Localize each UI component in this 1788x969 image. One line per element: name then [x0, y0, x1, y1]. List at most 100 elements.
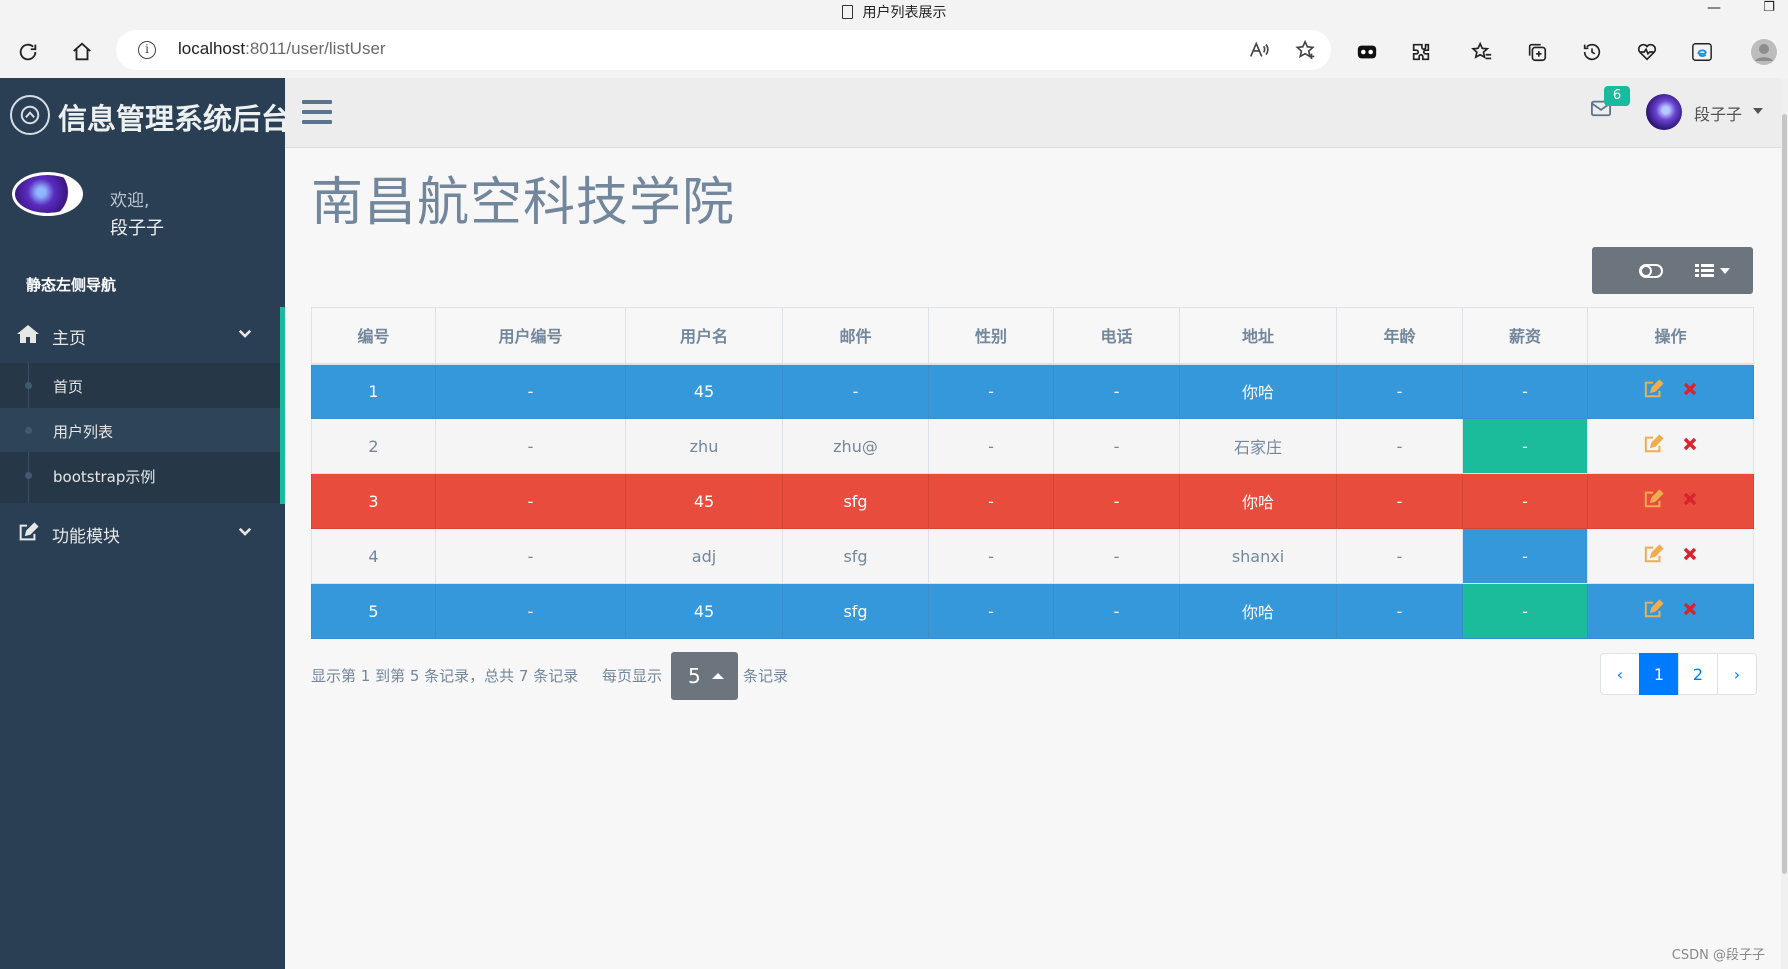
url-path: :8011/user/listUser	[245, 39, 386, 58]
next-page-button[interactable]: ›	[1717, 653, 1757, 695]
table-row[interactable]: 3 - 45 sfg - - 你哈 - -	[311, 473, 1754, 529]
chevron-down-icon	[236, 522, 256, 542]
add-favorite-icon[interactable]	[1294, 38, 1318, 62]
menu-heading: 静态左侧导航	[26, 276, 117, 294]
edit-icon[interactable]	[1643, 379, 1665, 403]
page-title: 南昌航空科技学院	[311, 173, 736, 233]
toggle-view-icon[interactable]	[1638, 259, 1664, 283]
actions-cell	[1587, 528, 1754, 584]
table-cell: -	[1336, 418, 1463, 474]
table-cell: zhu	[625, 418, 783, 474]
user-menu-name[interactable]: 段子子	[1694, 101, 1742, 125]
table-row[interactable]: 1 - 45 - - - 你哈 - -	[311, 363, 1754, 419]
reload-icon[interactable]	[12, 36, 44, 68]
menu-toggle-icon[interactable]	[302, 100, 332, 124]
delete-icon[interactable]	[1682, 491, 1698, 511]
brand[interactable]: 信息管理系统后台	[0, 78, 290, 156]
extensions-icon[interactable]	[1405, 36, 1437, 68]
edit-icon[interactable]	[1643, 599, 1665, 623]
column-header[interactable]: 地址	[1179, 307, 1337, 365]
table-row[interactable]: 2 - zhu zhu@ - - 石家庄 - -	[311, 418, 1754, 474]
prev-page-button[interactable]: ‹	[1600, 653, 1640, 695]
watermark: CSDN @段子子	[1671, 948, 1765, 963]
brand-logo-icon	[10, 95, 50, 135]
columns-menu-icon[interactable]	[1693, 259, 1737, 283]
table-row[interactable]: 5 - 45 sfg - - 你哈 - -	[311, 583, 1754, 639]
sidebar-item-bootstrap-demo[interactable]: bootstrap示例	[0, 453, 280, 497]
page-size-value: 5	[688, 664, 701, 688]
scrollbar-thumb[interactable]	[1782, 114, 1787, 874]
mail-count-badge: 6	[1604, 86, 1630, 106]
sidebar-item-modules[interactable]: 功能模块	[0, 505, 280, 561]
table-cell: -	[928, 583, 1054, 639]
table-cell: 3	[311, 473, 436, 529]
column-header[interactable]: 邮件	[782, 307, 929, 365]
table-cell: -	[1462, 528, 1588, 584]
sidebar-item-user-list[interactable]: 用户列表	[0, 408, 280, 452]
table-cell: -	[1053, 583, 1180, 639]
page-scrollbar[interactable]	[1781, 78, 1788, 969]
read-aloud-icon[interactable]	[1247, 38, 1271, 62]
delete-icon[interactable]	[1682, 381, 1698, 401]
profile: 欢迎, 段子子	[0, 172, 285, 252]
favorites-icon[interactable]	[1466, 36, 1498, 68]
column-header[interactable]: 电话	[1053, 307, 1180, 365]
column-header[interactable]: 用户编号	[435, 307, 626, 365]
home-button-icon[interactable]	[66, 36, 98, 68]
sidebar-item-home[interactable]: 主页	[0, 307, 280, 363]
table-cell: shanxi	[1179, 528, 1337, 584]
per-page-label: 每页显示	[602, 667, 663, 685]
page-size-dropdown[interactable]: 5	[671, 652, 738, 700]
table-cell: -	[928, 363, 1054, 419]
column-header[interactable]: 用户名	[625, 307, 783, 365]
column-header[interactable]: 性别	[928, 307, 1054, 365]
table-row[interactable]: 4 - adj sfg - - shanxi - -	[311, 528, 1754, 584]
edge-icon[interactable]	[1686, 36, 1718, 68]
edit-icon[interactable]	[1643, 434, 1665, 458]
page-button-2[interactable]: 2	[1678, 653, 1718, 695]
extension-app-icon[interactable]	[1351, 36, 1383, 68]
table-cell: zhu@	[782, 418, 929, 474]
profile-name: 段子子	[110, 218, 164, 239]
actions-cell	[1587, 473, 1754, 529]
history-icon[interactable]	[1576, 36, 1608, 68]
performance-icon[interactable]	[1631, 36, 1663, 68]
url-text[interactable]: localhost:8011/user/listUser	[178, 39, 386, 59]
user-avatar[interactable]	[1646, 94, 1682, 130]
table-header-row: 编号 用户编号 用户名 邮件 性别 电话 地址 年龄 薪资 操作	[311, 307, 1754, 365]
profile-icon[interactable]	[1748, 36, 1780, 68]
restore-button[interactable]: ❐	[1755, 0, 1783, 24]
actions-cell	[1587, 583, 1754, 639]
table-cell: -	[435, 583, 626, 639]
minimize-button[interactable]: —	[1700, 0, 1728, 24]
actions-cell	[1587, 418, 1754, 474]
column-header[interactable]: 薪资	[1462, 307, 1588, 365]
delete-icon[interactable]	[1682, 546, 1698, 566]
edit-icon[interactable]	[1643, 544, 1665, 568]
table-cell: -	[928, 418, 1054, 474]
per-page-suffix: 条记录	[743, 667, 789, 685]
edit-icon[interactable]	[1643, 489, 1665, 513]
sidebar-item-index[interactable]: 首页	[0, 363, 280, 407]
site-info-icon[interactable]: i	[138, 41, 156, 59]
column-header[interactable]: 编号	[311, 307, 436, 365]
column-header[interactable]: 操作	[1587, 307, 1754, 365]
document-icon	[841, 5, 853, 19]
delete-icon[interactable]	[1682, 436, 1698, 456]
sidebar-item-label: 功能模块	[52, 527, 120, 547]
table-cell: sfg	[782, 528, 929, 584]
delete-icon[interactable]	[1682, 601, 1698, 621]
table-cell: 4	[311, 528, 436, 584]
top-nav: 6 段子子	[285, 78, 1781, 148]
window-title: 用户列表展示	[0, 2, 1788, 22]
sidebar-item-label: 首页	[53, 378, 84, 396]
bullet-icon	[25, 427, 32, 434]
column-header[interactable]: 年龄	[1336, 307, 1463, 365]
address-bar[interactable]: i localhost:8011/user/listUser	[116, 30, 1331, 70]
collections-icon[interactable]	[1521, 36, 1553, 68]
table-cell: sfg	[782, 583, 929, 639]
table-cell: -	[1053, 473, 1180, 529]
page-button-1[interactable]: 1	[1639, 653, 1679, 695]
caret-down-icon[interactable]	[1753, 108, 1763, 114]
table-cell: 5	[311, 583, 436, 639]
